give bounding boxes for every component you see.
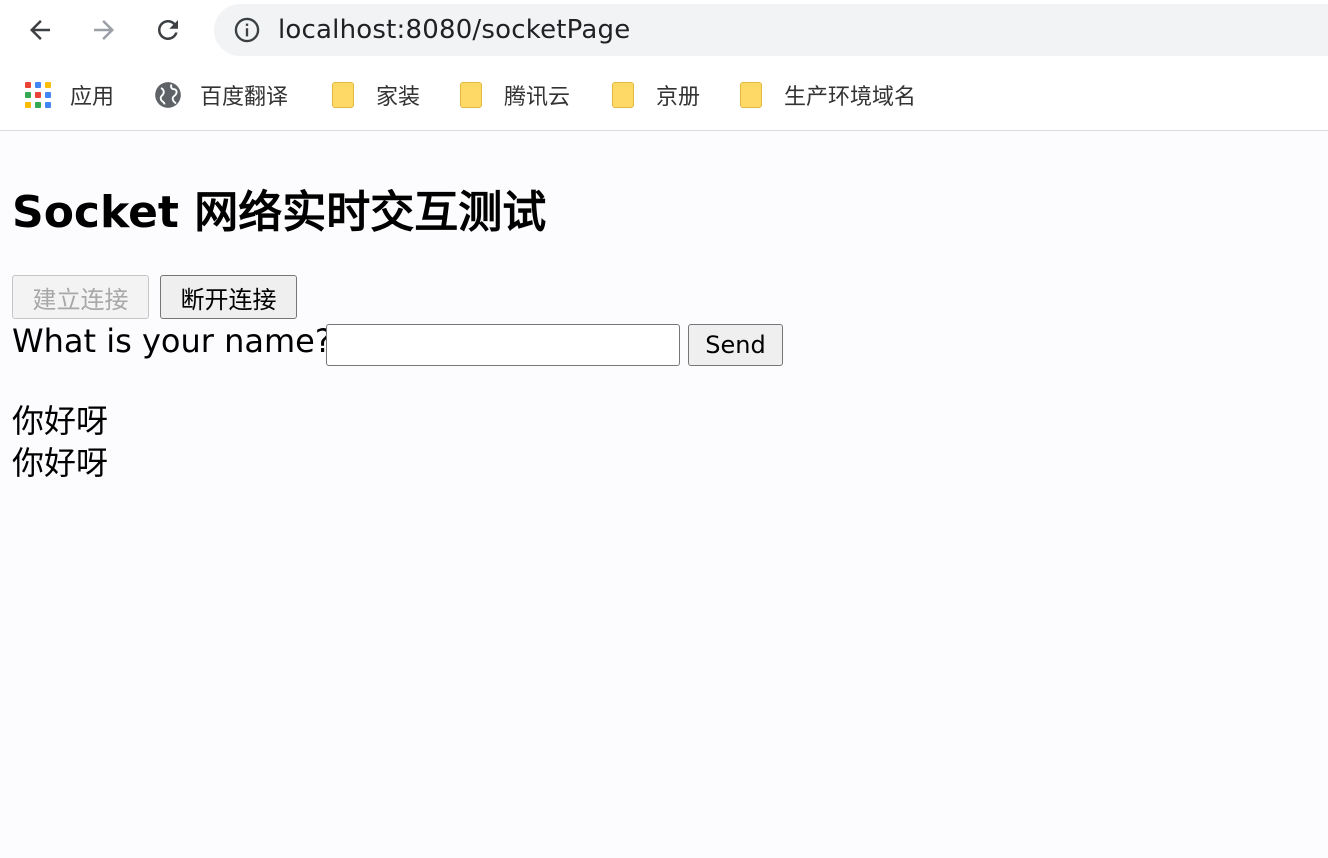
bookmark-label: 腾讯云 [504,85,571,110]
bookmark-apps[interactable]: 应用 [24,72,114,118]
arrow-left-icon [30,20,50,40]
bookmark-folder-jiazhuang[interactable]: 家装 [332,72,420,118]
url-text: localhost:8080/socketPage [278,15,631,45]
back-button[interactable] [20,10,60,50]
name-prompt-label: What is your name? [12,322,332,360]
folder-icon [612,82,634,108]
reload-button[interactable] [148,10,188,50]
apps-grid-icon [24,81,52,109]
bookmark-label: 百度翻译 [200,85,289,110]
bookmark-label: 应用 [70,85,115,110]
disconnect-button[interactable]: 断开连接 [160,275,297,319]
arrow-right-icon [94,20,114,40]
bookmark-baidu-translate[interactable]: 百度翻译 [154,72,288,118]
page-content: Socket 网络实时交互测试 建立连接 断开连接 What is your n… [0,132,1328,858]
connect-button[interactable]: 建立连接 [12,275,149,319]
bookmark-label: 家装 [376,85,421,110]
bookmark-label: 京册 [656,85,701,110]
bookmark-folder-tencent-cloud[interactable]: 腾讯云 [460,72,570,118]
page-title: Socket 网络实时交互测试 [12,187,547,238]
name-input[interactable] [326,324,680,366]
folder-icon [460,82,482,108]
folder-icon [740,82,762,108]
address-bar[interactable]: localhost:8080/socketPage [214,4,1328,56]
bookmarks-bar: 应用 百度翻译 家装 腾讯云 京册 生产环境域名 [0,72,1328,118]
bookmark-label: 生产环境域名 [784,85,917,110]
bookmark-folder-jingce[interactable]: 京册 [612,72,700,118]
bookmark-folder-prod-domains[interactable]: 生产环境域名 [740,72,916,118]
browser-chrome: localhost:8080/socketPage 应用 百度翻译 家装 腾讯云 [0,0,1328,131]
reload-icon [158,20,178,40]
site-info-icon[interactable] [232,15,262,45]
message-item: 你好呀 [12,444,109,482]
browser-toolbar: localhost:8080/socketPage [0,0,1328,62]
message-list: 你好呀 你好呀 [12,400,108,484]
send-button[interactable]: Send [688,324,783,366]
globe-icon [155,82,181,108]
message-item: 你好呀 [12,402,109,440]
forward-button[interactable] [84,10,124,50]
folder-icon [332,82,354,108]
